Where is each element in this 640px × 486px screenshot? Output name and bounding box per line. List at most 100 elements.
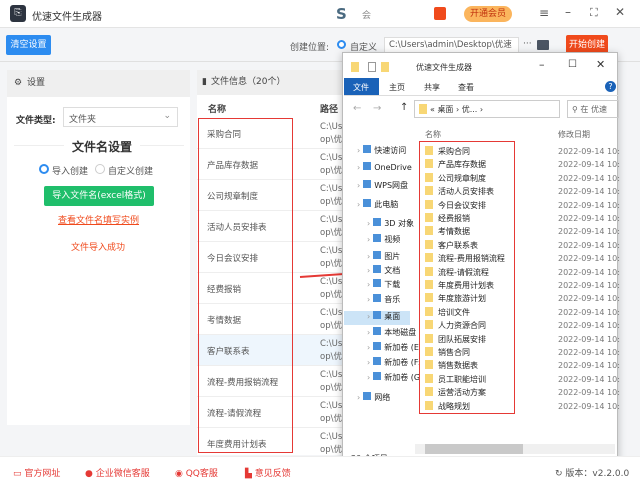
nav-item[interactable]: › 新加卷 (F: xyxy=(367,357,421,368)
folder-icon[interactable] xyxy=(537,40,549,50)
search-input[interactable]: ⚲ 在 优速 xyxy=(567,100,619,118)
nav-label: 新加卷 (E xyxy=(384,343,419,352)
address-bar[interactable]: « 桌面 › 优... › xyxy=(414,100,560,118)
qq-label: QQ客服 xyxy=(185,469,218,479)
divider xyxy=(344,95,618,96)
custom-create-label: 自定义创建 xyxy=(108,167,154,177)
chevron-right-icon: › xyxy=(367,280,371,289)
modified-date: 2022-09-14 10: xyxy=(558,160,620,170)
feedback-label: 意见反馈 xyxy=(254,469,291,479)
new-folder-icon xyxy=(381,62,389,72)
nav-item[interactable]: › 视频 xyxy=(367,234,400,245)
feedback-link[interactable]: ▙ 意见反馈 xyxy=(245,466,291,479)
nav-item[interactable]: › 桌面 xyxy=(367,311,400,322)
nav-label: 3D 对象 xyxy=(384,219,414,228)
file-type-select[interactable]: 文件夹 ⌄ xyxy=(63,107,178,127)
file-path: C:\Us op\优 xyxy=(320,153,342,176)
clear-settings-button[interactable]: 清空设置 xyxy=(6,35,51,55)
nav-label: WPS网盘 xyxy=(374,181,409,190)
modified-date: 2022-09-14 10: xyxy=(558,361,620,371)
nav-item[interactable]: › 新加卷 (E xyxy=(367,342,419,353)
chevron-right-icon: › xyxy=(367,235,371,244)
modified-date: 2022-09-14 10: xyxy=(558,321,620,331)
close-icon[interactable]: ✕ xyxy=(615,5,625,19)
menu-icon[interactable]: ≡ xyxy=(539,6,549,20)
folder-icon xyxy=(419,104,427,114)
wechat-service-link[interactable]: ● 企业微信客服 xyxy=(85,466,150,479)
nav-item[interactable]: › 音乐 xyxy=(367,294,400,305)
chevron-right-icon: › xyxy=(367,219,371,228)
nav-icon xyxy=(373,218,382,226)
vip-icon[interactable] xyxy=(434,7,446,20)
forward-icon[interactable]: → xyxy=(373,103,381,114)
chevron-right-icon: › xyxy=(357,200,361,209)
nav-icon xyxy=(373,294,382,302)
nav-item[interactable]: › WPS网盘 xyxy=(357,180,408,191)
highlight-box xyxy=(419,141,515,414)
custom-create-radio[interactable] xyxy=(95,164,105,174)
nav-item[interactable]: › 文档 xyxy=(367,265,400,276)
file-type-value: 文件夹 xyxy=(69,115,97,125)
scroll-thumb[interactable] xyxy=(425,444,523,454)
custom-radio[interactable] xyxy=(337,40,346,49)
nav-item[interactable]: › 此电脑 xyxy=(357,199,398,210)
horizontal-scrollbar[interactable] xyxy=(415,444,615,454)
app-logo: ⎘ xyxy=(10,5,26,22)
import-radio[interactable] xyxy=(39,164,49,174)
nav-item[interactable]: › 快速访问 xyxy=(357,145,406,156)
minimize-icon[interactable]: – xyxy=(565,5,571,19)
col-name: 名称 xyxy=(208,105,227,115)
nav-label: 文档 xyxy=(384,266,401,275)
nav-icon xyxy=(373,279,382,287)
nav-item[interactable]: › 下载 xyxy=(367,279,400,290)
close-icon[interactable]: ✕ xyxy=(596,58,605,71)
nav-item[interactable]: › 网络 xyxy=(357,392,390,403)
up-icon[interactable]: ↑ xyxy=(400,102,408,113)
explorer-title: 优速文件生成器 xyxy=(416,63,472,72)
gear-icon: ⚙ xyxy=(14,78,23,88)
nav-icon xyxy=(373,327,382,335)
website-link[interactable]: ▭ 官方网址 xyxy=(13,466,60,479)
nav-label: 图片 xyxy=(384,252,401,261)
path-input[interactable]: C:\Users\admin\Desktop\优速 xyxy=(384,37,519,53)
nav-item[interactable]: › 本地磁盘 xyxy=(367,327,416,338)
nav-label: 快速访问 xyxy=(374,146,407,155)
nav-item[interactable]: › OneDrive xyxy=(357,162,412,172)
website-label: 官方网址 xyxy=(24,469,61,479)
nav-icon xyxy=(373,234,382,242)
import-filenames-button[interactable]: 导入文件名(excel格式) xyxy=(44,186,154,206)
help-icon[interactable]: ? xyxy=(605,81,616,92)
highlight-box xyxy=(198,118,293,453)
chevron-right-icon: › xyxy=(367,328,371,337)
modified-date: 2022-09-14 10: xyxy=(558,173,620,183)
maximize-icon[interactable]: ☐ xyxy=(568,59,577,70)
modified-date: 2022-09-14 10: xyxy=(558,267,620,277)
modified-date: 2022-09-14 10: xyxy=(558,187,620,197)
modified-date: 2022-09-14 10: xyxy=(558,227,620,237)
tab-share[interactable]: 共享 xyxy=(424,82,440,93)
modified-date: 2022-09-14 10: xyxy=(558,214,620,223)
maximize-icon[interactable]: ⛶ xyxy=(590,6,598,20)
qq-service-link[interactable]: ◉ QQ客服 xyxy=(175,466,218,479)
tab-view[interactable]: 查看 xyxy=(458,82,474,93)
tab-home[interactable]: 主页 xyxy=(389,82,405,93)
nav-item[interactable]: › 新加卷 (G xyxy=(367,372,420,383)
nav-label: 下载 xyxy=(384,280,401,289)
title-bar: ⎘ 优速文件生成器 S 会 开通会员 ≡ – ⛶ ✕ xyxy=(0,0,640,28)
file-path: C:\Us op\优 xyxy=(320,308,342,331)
nav-label: 此电脑 xyxy=(374,200,399,209)
nav-icon xyxy=(373,342,382,350)
minimize-icon[interactable]: – xyxy=(539,58,545,71)
file-icon: ▮ xyxy=(202,77,207,87)
example-link[interactable]: 查看文件名填写实例 xyxy=(58,213,139,226)
back-icon[interactable]: ← xyxy=(353,103,361,114)
nav-item[interactable]: › 3D 对象 xyxy=(367,218,414,229)
tab-file-label[interactable]: 文件 xyxy=(353,82,369,93)
chevron-right-icon: › xyxy=(367,358,371,367)
nav-label: 新加卷 (F: xyxy=(384,358,421,367)
settings-title: 设置 xyxy=(27,78,46,88)
vip-button[interactable]: 开通会员 xyxy=(464,6,512,22)
member-label[interactable]: 会 xyxy=(362,8,371,21)
more-button[interactable]: ··· xyxy=(523,39,532,49)
nav-item[interactable]: › 图片 xyxy=(367,251,400,262)
